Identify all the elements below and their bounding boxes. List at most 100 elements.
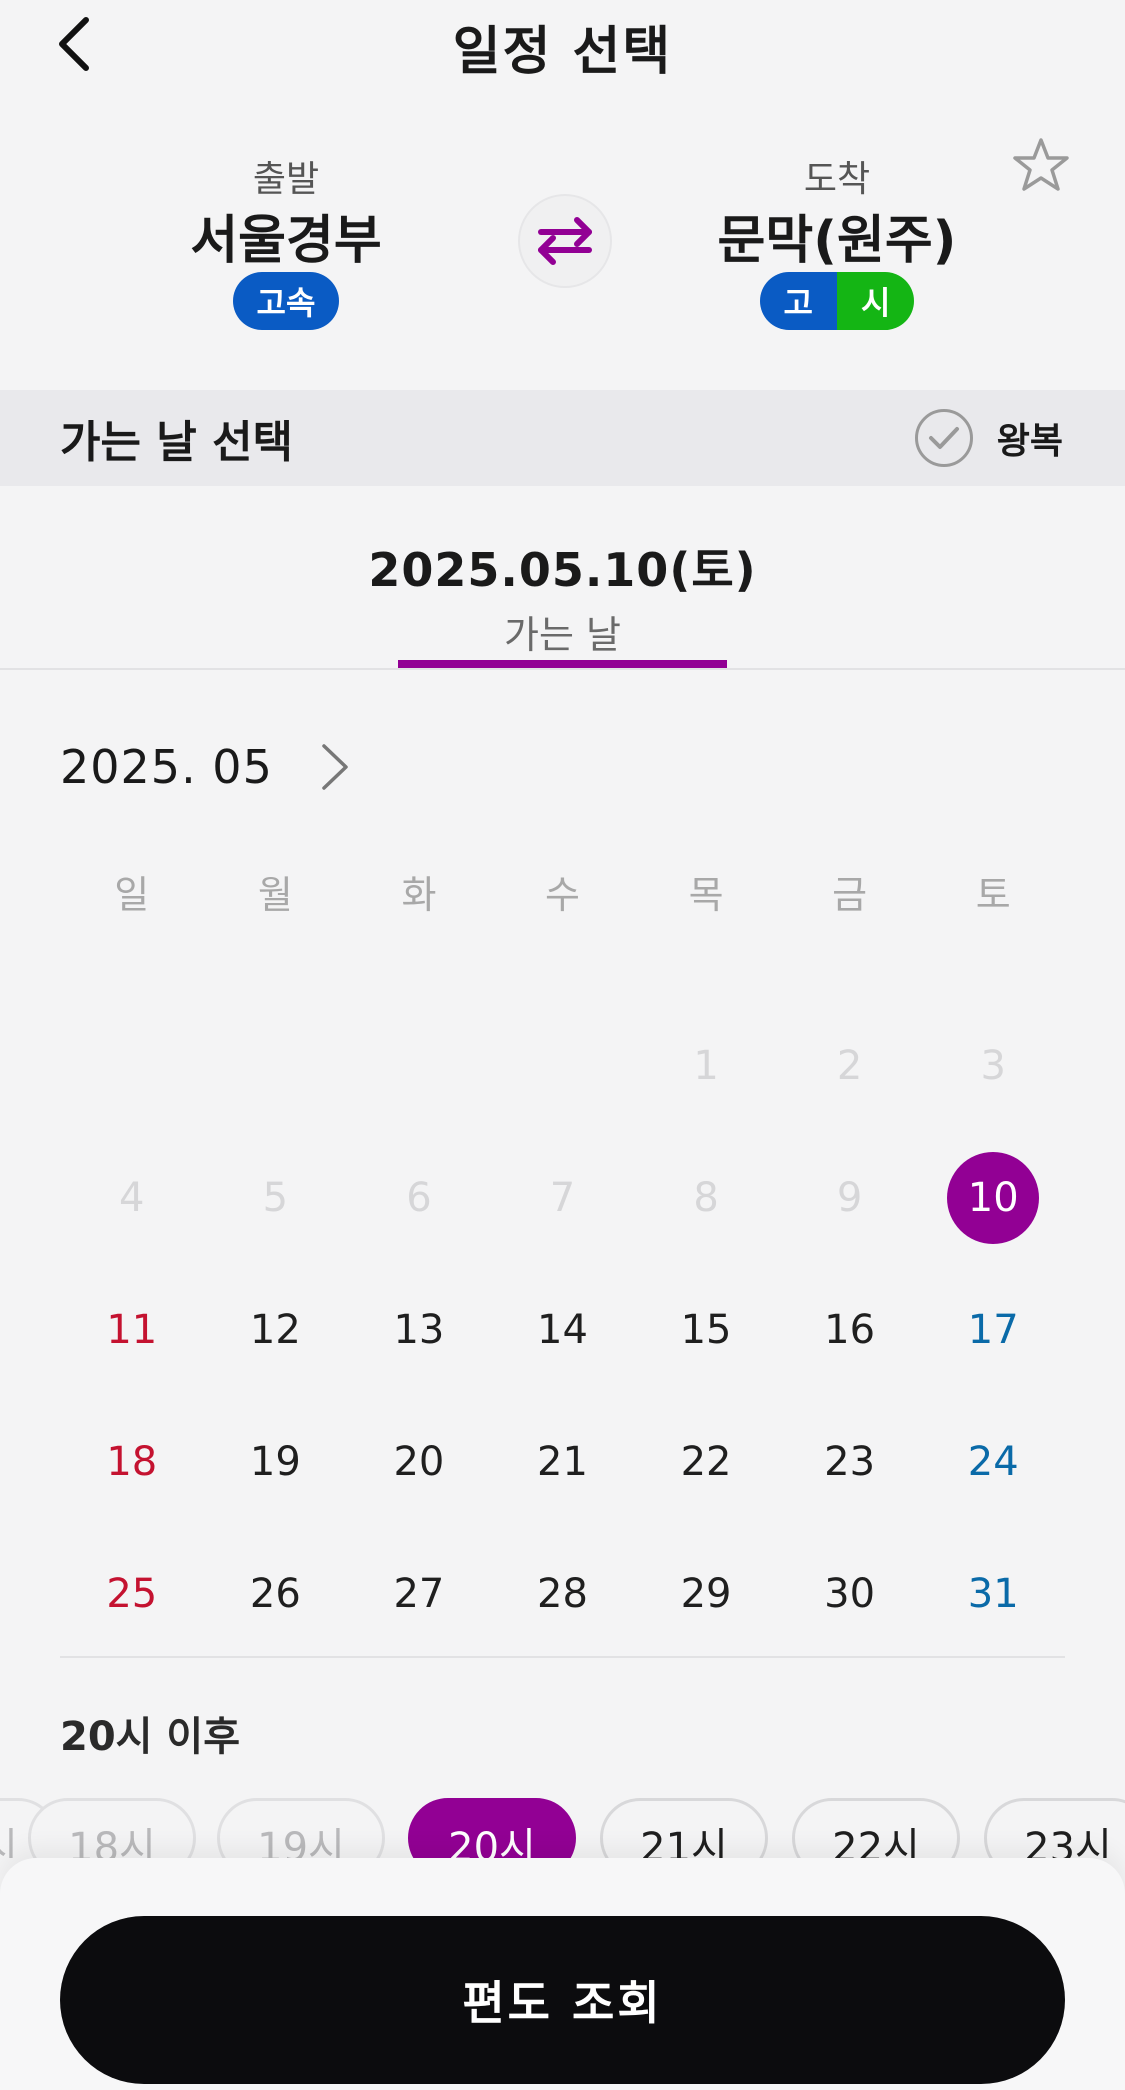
chevron-left-icon <box>59 17 89 71</box>
header: 일정 선택 <box>0 0 1125 110</box>
calendar-day-number: 22 <box>680 1439 732 1485</box>
calendar-day[interactable]: 17 <box>921 1264 1065 1396</box>
calendar-day-number: 6 <box>406 1175 432 1221</box>
calendar-day: 8 <box>634 1132 778 1264</box>
weekday-label: 토 <box>975 873 1011 917</box>
calendar-day-number: 5 <box>262 1175 289 1221</box>
arrival-station[interactable]: 도착 문막(원주) 고 시 <box>637 150 1037 330</box>
calendar-day-number: 25 <box>106 1571 158 1617</box>
roundtrip-toggle[interactable]: 왕복 <box>914 409 1063 467</box>
selected-date: 2025.05.10(토) <box>368 543 757 597</box>
calendar-day[interactable]: 15 <box>634 1264 778 1396</box>
arrival-badges: 고 시 <box>759 272 915 330</box>
time-chip[interactable]: 21시 <box>600 1798 768 1858</box>
weekday-label: 화 <box>401 873 437 917</box>
calendar-day[interactable]: 22 <box>634 1396 778 1528</box>
calendar-day-number: 2 <box>836 1043 863 1089</box>
calendar-day[interactable]: 28 <box>491 1528 635 1660</box>
month-label: 2025. 05 <box>60 740 273 794</box>
time-chip[interactable]: 19시 <box>217 1798 385 1858</box>
arrival-name: 문막(원주) <box>717 211 957 271</box>
section-title: 가는 날 선택 <box>60 417 294 468</box>
calendar-day: 9 <box>778 1132 922 1264</box>
calendar-day-number: 21 <box>537 1439 588 1485</box>
calendar-day: 6 <box>347 1132 491 1264</box>
calendar-day-number: 7 <box>549 1175 576 1221</box>
calendar-day[interactable]: 11 <box>60 1264 204 1396</box>
calendar-day: 5 <box>204 1132 348 1264</box>
calendar-day[interactable]: 12 <box>204 1264 348 1396</box>
calendar-day[interactable]: 19 <box>204 1396 348 1528</box>
calendar-day[interactable]: 14 <box>491 1264 635 1396</box>
calendar-day-selected[interactable]: 10 <box>921 1132 1065 1264</box>
page-title: 일정 선택 <box>452 21 673 82</box>
calendar-day-number <box>86 1020 178 1112</box>
next-month-button[interactable] <box>313 737 357 797</box>
calendar-day-number: 8 <box>693 1175 719 1221</box>
calendar-day[interactable]: 21 <box>491 1396 635 1528</box>
date-caption: 가는 날 <box>504 613 621 657</box>
time-chip[interactable]: 18시 <box>28 1798 196 1858</box>
calendar-day-number: 11 <box>106 1307 158 1353</box>
swap-button[interactable] <box>518 194 612 288</box>
calendar-day[interactable]: 29 <box>634 1528 778 1660</box>
calendar-day[interactable]: 27 <box>347 1528 491 1660</box>
time-chip[interactable]: 23시 <box>984 1798 1125 1858</box>
roundtrip-checkbox[interactable] <box>914 409 973 467</box>
one-way-search-button[interactable]: 편도 조회 <box>60 1916 1065 2084</box>
divider <box>60 1656 1065 1658</box>
time-chip-selected[interactable]: 20시 <box>408 1798 576 1858</box>
calendar-day[interactable]: 23 <box>778 1396 922 1528</box>
calendar-day-number: 16 <box>824 1307 876 1353</box>
date-tab[interactable]: 2025.05.10(토) 가는 날 <box>0 486 1125 670</box>
bottom-panel: 편도 조회 <box>0 1858 1125 2090</box>
calendar-empty-cell <box>204 1000 348 1132</box>
calendar-day-number: 29 <box>680 1571 732 1617</box>
calendar-day[interactable]: 25 <box>60 1528 204 1660</box>
calendar-day-number: 4 <box>119 1175 145 1221</box>
time-chip[interactable]: 22시 <box>792 1798 960 1858</box>
back-button[interactable] <box>44 14 104 74</box>
weekday-label: 월 <box>257 873 293 917</box>
intercity-badge: 시 <box>837 272 915 330</box>
calendar-day-number: 13 <box>393 1307 445 1353</box>
route-selector: 출발 서울경부 고속 도착 문막(원주) 고 시 <box>0 130 1125 390</box>
departure-caption: 출발 <box>252 159 320 200</box>
calendar-day[interactable]: 13 <box>347 1264 491 1396</box>
departure-station[interactable]: 출발 서울경부 고속 <box>86 150 486 330</box>
weekday-label: 목 <box>688 873 724 917</box>
calendar-day-number: 20 <box>393 1439 445 1485</box>
calendar-day-number: 12 <box>249 1307 301 1353</box>
calendar-day[interactable]: 24 <box>921 1396 1065 1528</box>
calendar-day[interactable]: 26 <box>204 1528 348 1660</box>
calendar-day[interactable]: 30 <box>778 1528 922 1660</box>
departure-badges: 고속 <box>232 272 340 330</box>
weekday-label: 수 <box>545 873 580 917</box>
calendar-day[interactable]: 20 <box>347 1396 491 1528</box>
calendar-day[interactable]: 31 <box>921 1528 1065 1660</box>
arrival-caption: 도착 <box>803 159 871 200</box>
calendar-day-number: 23 <box>824 1439 876 1485</box>
calendar-day: 3 <box>921 1000 1065 1132</box>
calendar-day-number: 30 <box>824 1571 876 1617</box>
calendar-day[interactable]: 16 <box>778 1264 922 1396</box>
calendar-day: 2 <box>778 1000 922 1132</box>
swap-arrows-icon <box>538 217 592 265</box>
check-icon <box>928 427 959 449</box>
express-badge: 고 <box>759 272 837 330</box>
calendar-day-number: 18 <box>106 1439 158 1485</box>
calendar-grid: 1 2 3 4 5 6 7 8 9 10 11 12 13 14 15 16 17 18 19 20 21 22 23 24 2… <box>60 1000 1065 1660</box>
month-header: 2025. 05 <box>60 732 357 802</box>
weekday-label: 금 <box>832 873 868 917</box>
chevron-right-icon <box>322 744 348 790</box>
calendar-day[interactable]: 18 <box>60 1396 204 1528</box>
departure-name: 서울경부 <box>190 211 382 271</box>
roundtrip-label: 왕복 <box>996 421 1063 462</box>
time-chip-strip[interactable]: 17시18시19시20시21시22시23시 <box>0 1798 1125 1858</box>
calendar-day-number: 28 <box>537 1571 588 1617</box>
express-badge: 고속 <box>232 272 340 330</box>
calendar-day-number: 15 <box>680 1307 732 1353</box>
calendar-empty-cell <box>347 1000 491 1132</box>
favorite-button[interactable] <box>1010 134 1072 196</box>
calendar-day-number: 31 <box>967 1571 1019 1617</box>
